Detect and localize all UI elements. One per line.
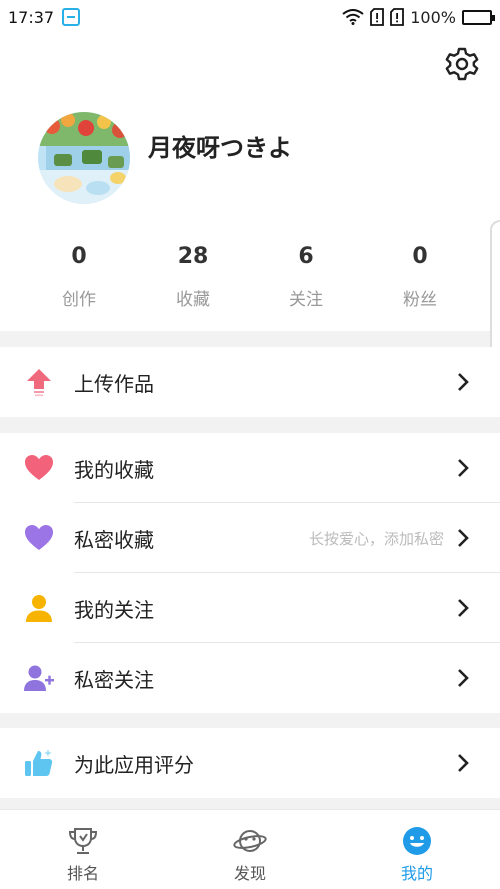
menu-rate-app[interactable]: 为此应用评分 bbox=[0, 728, 500, 798]
menu-private-favorites[interactable]: 私密收藏 长按爱心，添加私密 bbox=[0, 503, 500, 573]
stat-label: 创作 bbox=[62, 290, 96, 310]
status-time: 17:37 bbox=[8, 7, 55, 27]
upload-section: 上传作品 bbox=[0, 347, 500, 417]
upload-arrow-icon bbox=[27, 369, 51, 397]
menu-private-following[interactable]: 私密关注 bbox=[0, 643, 500, 713]
username: 月夜呀つきよ bbox=[148, 134, 292, 162]
bottom-tab-bar: 排名 发现 我的 bbox=[0, 809, 500, 889]
stat-favorites[interactable]: 28 收藏 bbox=[143, 239, 243, 310]
menu-label: 我的收藏 bbox=[74, 457, 154, 482]
profile-header: 月夜呀つきよ 0 创作 28 收藏 6 关注 0 粉丝 bbox=[0, 34, 500, 331]
screenshot-scan-icon bbox=[62, 8, 81, 26]
rate-section: 为此应用评分 bbox=[0, 728, 500, 798]
menu-label: 我的关注 bbox=[74, 597, 154, 622]
person-add-icon bbox=[24, 665, 54, 691]
stat-value: 28 bbox=[177, 244, 209, 269]
menu-hint: 长按爱心，添加私密 bbox=[308, 529, 444, 548]
planet-icon bbox=[233, 830, 267, 852]
stat-label: 关注 bbox=[289, 290, 323, 310]
smiley-icon bbox=[403, 827, 431, 855]
status-bar: 17:37 100% bbox=[0, 0, 500, 34]
heart-icon bbox=[25, 455, 53, 480]
stat-value: 0 bbox=[71, 244, 87, 269]
tab-ranking[interactable]: 排名 bbox=[23, 810, 143, 889]
chevron-right-icon bbox=[458, 529, 469, 547]
tab-mine[interactable]: 我的 bbox=[357, 810, 477, 889]
purple-heart-icon bbox=[25, 525, 53, 550]
tab-label: 发现 bbox=[233, 864, 266, 883]
menu-label: 上传作品 bbox=[74, 371, 154, 396]
settings-gear-icon[interactable] bbox=[444, 46, 480, 82]
collections-section: 我的收藏 私密收藏 长按爱心，添加私密 我的关注 私密关注 bbox=[0, 433, 500, 713]
thumbs-up-icon bbox=[25, 749, 53, 776]
battery-percent: 100% bbox=[410, 7, 456, 27]
chevron-right-icon bbox=[458, 754, 469, 772]
menu-my-following[interactable]: 我的关注 bbox=[0, 573, 500, 643]
stat-label: 收藏 bbox=[176, 290, 210, 310]
menu-my-favorites[interactable]: 我的收藏 bbox=[0, 433, 500, 503]
wifi-icon bbox=[342, 9, 364, 25]
stat-value: 6 bbox=[298, 244, 314, 269]
sim-1-icon bbox=[370, 8, 385, 26]
tab-label: 我的 bbox=[400, 864, 433, 883]
sim-2-icon bbox=[390, 8, 405, 26]
tab-discover[interactable]: 发现 bbox=[190, 810, 310, 889]
menu-upload-works[interactable]: 上传作品 bbox=[0, 347, 500, 417]
stat-label: 粉丝 bbox=[403, 290, 437, 310]
chevron-right-icon bbox=[458, 459, 469, 477]
stat-value: 0 bbox=[412, 244, 428, 269]
menu-label: 私密收藏 bbox=[74, 527, 154, 552]
status-right-group: 100% bbox=[342, 7, 495, 27]
chevron-right-icon bbox=[458, 669, 469, 687]
menu-label: 私密关注 bbox=[74, 667, 154, 692]
stat-followers[interactable]: 0 粉丝 bbox=[370, 239, 470, 310]
tab-label: 排名 bbox=[66, 864, 99, 883]
avatar[interactable] bbox=[38, 112, 130, 204]
edge-scroll-handle[interactable] bbox=[490, 220, 500, 368]
battery-icon bbox=[462, 9, 495, 25]
stat-following[interactable]: 6 关注 bbox=[256, 239, 356, 310]
chevron-right-icon bbox=[458, 373, 469, 391]
avatar-image bbox=[38, 112, 130, 204]
menu-label: 为此应用评分 bbox=[74, 752, 194, 777]
trophy-icon bbox=[68, 828, 98, 854]
stat-works[interactable]: 0 创作 bbox=[29, 239, 129, 310]
person-icon bbox=[26, 595, 52, 622]
chevron-right-icon bbox=[458, 599, 469, 617]
